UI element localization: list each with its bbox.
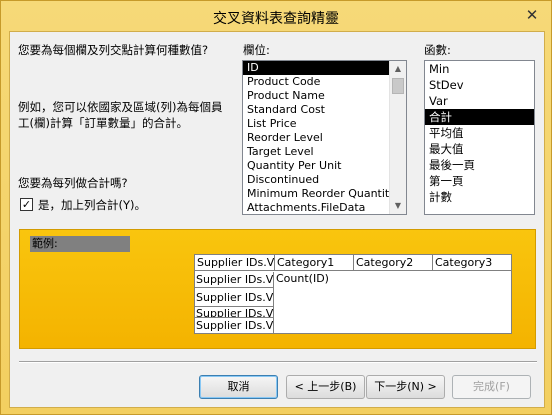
function-list-item[interactable]: 第一頁 — [425, 173, 534, 189]
field-list-item[interactable]: Quantity Per Unit — [243, 159, 389, 173]
fields-list-items: ID Product Code Product Name Standard Cost L… — [243, 61, 396, 214]
function-list-item[interactable]: 平均值 — [425, 125, 534, 141]
grid-row-header: Supplier IDs.Val — [195, 272, 274, 288]
field-list-item[interactable]: Discontinued — [243, 173, 389, 187]
functions-list-items: Min StDev Var 合計 平均值 最大值 最後一頁 第一頁 計數 — [425, 61, 534, 214]
wizard-client-area: 您要為每個欄及列交點計算何種數值? 例如，您可以依國家及區域(列)為每個員 工(… — [9, 31, 545, 408]
window-title: 交叉資料表查詢精靈 — [213, 11, 339, 27]
fields-listbox[interactable]: ID Product Code Product Name Standard Cost L… — [242, 60, 407, 215]
functions-listbox[interactable]: Min StDev Var 合計 平均值 最大值 最後一頁 第一頁 計數 — [424, 60, 535, 215]
close-icon[interactable]: ✕ — [521, 5, 543, 25]
grid-header-category3: Category3 — [433, 255, 511, 271]
function-list-item[interactable]: Var — [425, 93, 534, 109]
next-button[interactable]: 下一步(N) > — [366, 375, 445, 399]
function-list-item[interactable]: 最大值 — [425, 141, 534, 157]
sample-preview: 範例: Supplier IDs.V Category1 Category2 C… — [19, 229, 536, 349]
field-list-item[interactable]: Standard Cost — [243, 103, 389, 117]
field-list-item[interactable]: Product Code — [243, 75, 389, 89]
grid-header-category1: Category1 — [275, 255, 354, 271]
grid-row-header: Supplier IDs.Val — [195, 288, 274, 307]
row-sum-question: 您要為每列做合計嗎? — [18, 176, 128, 190]
example-text-line2: 工(欄)計算「訂單數量」的合計。 — [18, 116, 188, 130]
cancel-button[interactable]: 取消 — [199, 375, 278, 399]
fields-scrollbar[interactable]: ▲ ▼ — [389, 61, 406, 214]
wizard-window: 交叉資料表查詢精靈 ✕ 您要為每個欄及列交點計算何種數值? 例如，您可以依國家及… — [0, 0, 552, 415]
example-text-line1: 例如，您可以依國家及區域(列)為每個員 — [18, 100, 223, 114]
function-list-item[interactable]: 計數 — [425, 189, 534, 205]
function-list-item[interactable]: StDev — [425, 77, 534, 93]
row-sum-checkbox[interactable]: ✓ — [20, 198, 33, 211]
field-list-item[interactable]: Reorder Level — [243, 131, 389, 145]
field-list-item[interactable]: Product Name — [243, 89, 389, 103]
back-button[interactable]: < 上一步(B) — [286, 375, 365, 399]
function-list-item[interactable]: Min — [425, 61, 534, 77]
fields-label: 欄位: — [243, 43, 270, 57]
field-list-item[interactable]: Minimum Reorder Quantity — [243, 187, 396, 201]
grid-header-row-field: Supplier IDs.V — [195, 255, 275, 271]
grid-value-cell: Count(ID) — [276, 272, 329, 285]
scroll-thumb[interactable] — [392, 78, 404, 94]
field-list-item[interactable]: ID — [243, 61, 389, 75]
grid-header-category2: Category2 — [354, 255, 433, 271]
scroll-down-icon[interactable]: ▼ — [390, 198, 406, 214]
grid-row-header: Supplier IDs.Val — [196, 318, 274, 334]
field-list-item[interactable]: List Price — [243, 117, 389, 131]
function-list-item[interactable]: 合計 — [425, 109, 534, 125]
title-bar[interactable]: 交叉資料表查詢精靈 ✕ — [1, 1, 551, 31]
row-sum-checkbox-label[interactable]: 是，加上列合計(Y)。 — [38, 197, 146, 213]
field-list-item[interactable]: Attachments.FileData — [243, 201, 389, 214]
sample-label: 範例: — [30, 236, 130, 252]
functions-label: 函數: — [424, 43, 451, 57]
function-list-item[interactable]: 最後一頁 — [425, 157, 534, 173]
button-separator — [19, 361, 537, 363]
sample-grid: Supplier IDs.V Category1 Category2 Categ… — [194, 254, 512, 334]
finish-button[interactable]: 完成(F) — [452, 375, 531, 399]
question-text: 您要為每個欄及列交點計算何種數值? — [18, 43, 209, 57]
field-list-item[interactable]: Target Level — [243, 145, 389, 159]
grid-row-header: Supplier IDs.Val — [195, 307, 274, 318]
scroll-up-icon[interactable]: ▲ — [390, 61, 406, 77]
